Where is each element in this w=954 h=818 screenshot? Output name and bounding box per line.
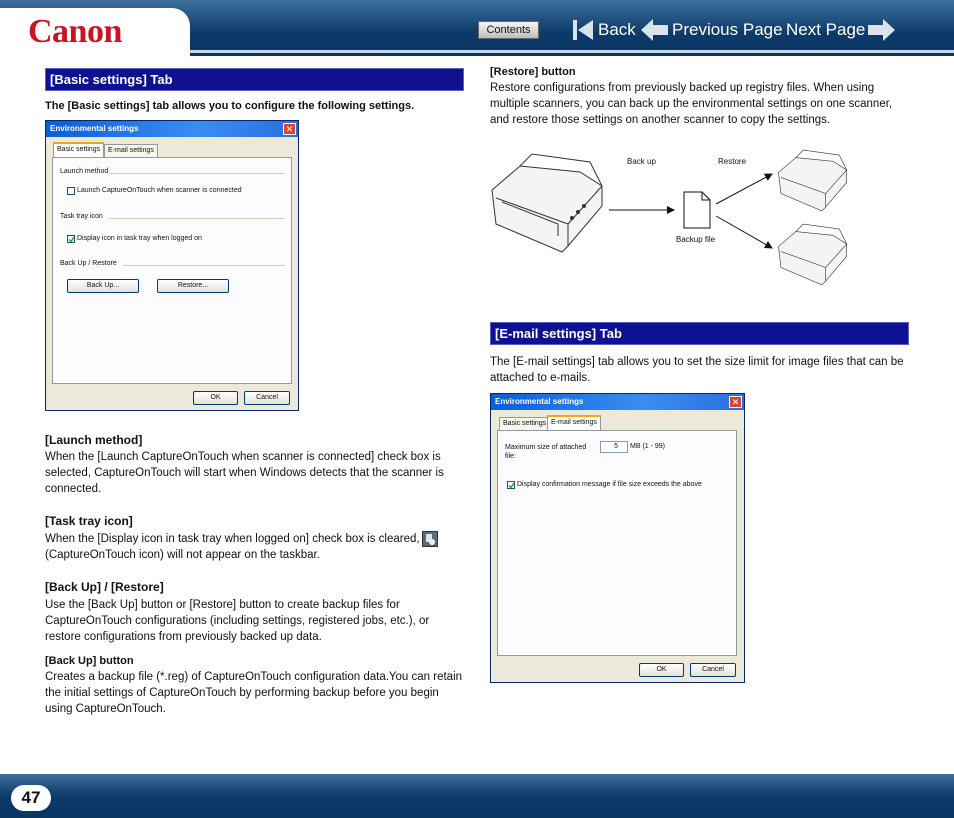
tab-basic-settings[interactable]: Basic settings	[53, 142, 105, 157]
email-intro: The [E-mail settings] tab allows you to …	[490, 356, 904, 384]
backup-restore-diagram	[491, 149, 847, 286]
group-divider	[109, 173, 285, 174]
task-tray-text-b: (CaptureOnTouch icon) will not appear on…	[45, 549, 320, 561]
canon-logo: Canon	[28, 13, 122, 50]
backup-restore-group-label: Back Up / Restore	[60, 260, 117, 267]
target-scanner-bottom-illustration	[778, 223, 847, 286]
task-tray-heading: [Task tray icon]	[45, 514, 133, 528]
confirm-checkbox-label: Display confirmation message if file siz…	[517, 481, 702, 488]
launch-checkbox-label: Launch CaptureOnTouch when scanner is co…	[77, 187, 242, 194]
close-icon[interactable]: ✕	[283, 123, 296, 135]
dialog-title: Environmental settings	[491, 394, 744, 410]
source-scanner-illustration	[491, 153, 603, 253]
close-icon[interactable]: ✕	[729, 396, 742, 408]
ok-button[interactable]: OK	[193, 391, 238, 405]
arrow-right-icon	[868, 19, 896, 41]
captureontouch-icon	[422, 531, 438, 547]
restore-button-heading: [Restore] button	[490, 66, 576, 78]
target-scanner-top-illustration	[778, 149, 847, 212]
tray-checkbox[interactable]	[67, 235, 75, 243]
launch-method-text: When the [Launch CaptureOnTouch when sca…	[45, 451, 444, 495]
ok-button[interactable]: OK	[639, 663, 684, 677]
launch-checkbox[interactable]	[67, 187, 75, 195]
max-size-label: Maximum size of attached file:	[505, 444, 587, 460]
group-divider	[123, 265, 285, 266]
backup-button[interactable]: Back Up...	[67, 279, 139, 293]
cancel-button[interactable]: Cancel	[244, 391, 290, 405]
max-size-unit: MB (1 - 99)	[630, 443, 666, 450]
back-label: Back	[598, 20, 636, 39]
restore-arrow-top	[715, 173, 773, 205]
email-settings-dialog: Environmental settings ✕ Basic settings …	[490, 393, 745, 683]
restore-button[interactable]: Restore...	[157, 279, 229, 293]
footer-bar	[0, 774, 954, 818]
confirm-checkbox[interactable]	[507, 481, 515, 489]
diagram-restore-label: Restore	[718, 157, 747, 166]
cancel-button[interactable]: Cancel	[690, 663, 736, 677]
back-icon	[573, 20, 593, 40]
basic-settings-panel: Launch method Launch CaptureOnTouch when…	[52, 157, 292, 384]
contents-button[interactable]: Contents	[478, 21, 539, 39]
backup-restore-heading: [Back Up] / [Restore]	[45, 580, 164, 594]
page-number: 47	[11, 785, 51, 811]
next-page-link[interactable]: Next Page	[786, 17, 896, 43]
diagram-file-label: Backup file	[676, 235, 716, 244]
header-divider	[190, 50, 954, 53]
max-size-stepper[interactable]: 5	[600, 441, 628, 453]
backup-restore-text: Use the [Back Up] button or [Restore] bu…	[45, 599, 430, 643]
task-tray-text-a: When the [Display icon in task tray when…	[45, 533, 420, 545]
basic-intro: The [Basic settings] tab allows you to c…	[45, 100, 415, 112]
checkmark-icon	[508, 482, 515, 489]
tab-email-settings[interactable]: E-mail settings	[547, 415, 601, 430]
restore-button-text: Restore configurations from previously b…	[490, 82, 893, 126]
restore-arrow-bottom	[715, 215, 773, 249]
next-page-label: Next Page	[786, 20, 866, 39]
group-divider	[109, 218, 285, 219]
tray-checkbox-label: Display icon in task tray when logged on	[77, 235, 202, 242]
tab-basic-settings[interactable]: Basic settings	[499, 417, 551, 431]
launch-method-group-label: Launch method	[60, 168, 109, 175]
max-size-value: 5	[614, 443, 618, 450]
arrow-left-icon	[641, 19, 668, 41]
task-tray-group-label: Task tray icon	[60, 213, 103, 220]
previous-page-label: Previous Page	[672, 20, 783, 39]
launch-method-heading: [Launch method]	[45, 433, 143, 447]
diagram-backup-label: Back up	[627, 157, 656, 166]
previous-page-link[interactable]: Previous Page	[641, 17, 783, 43]
dialog-title: Environmental settings	[46, 121, 298, 137]
tab-email-settings[interactable]: E-mail settings	[104, 144, 158, 158]
backup-button-heading: [Back Up] button	[45, 655, 134, 667]
email-settings-section-title: [E-mail settings] Tab	[490, 322, 909, 345]
basic-settings-section-title: [Basic settings] Tab	[45, 68, 464, 91]
backup-file-icon	[683, 191, 711, 229]
basic-settings-dialog: Environmental settings ✕ Basic settings …	[45, 120, 299, 411]
email-settings-panel: Maximum size of attached file: 5 MB (1 -…	[497, 430, 737, 656]
backup-button-text: Creates a backup file (*.reg) of Capture…	[45, 671, 463, 715]
back-link[interactable]: Back	[573, 17, 636, 43]
checkmark-icon	[68, 236, 75, 243]
